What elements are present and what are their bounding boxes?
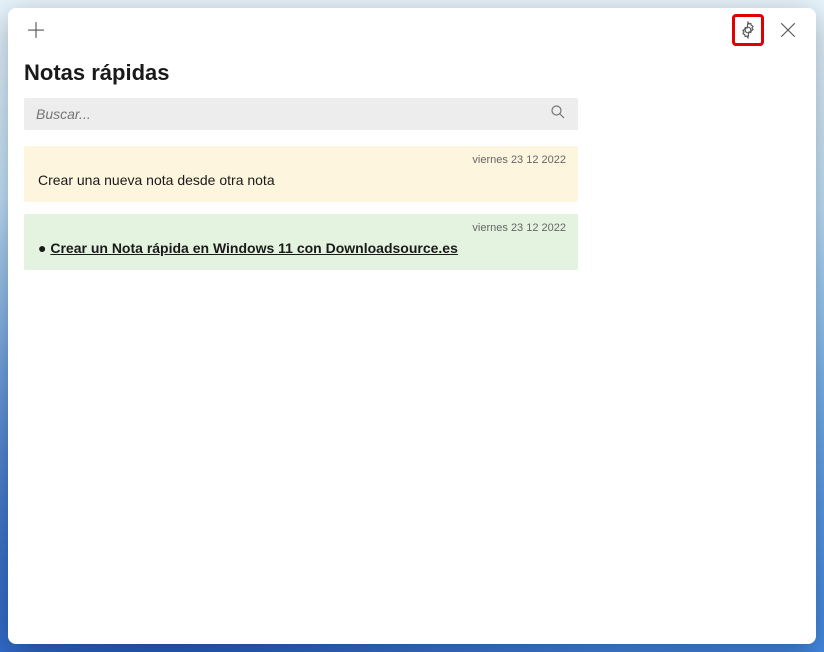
settings-button[interactable]	[732, 14, 764, 46]
bullet: ●	[38, 240, 46, 256]
notes-list: viernes 23 12 2022 Crear una nueva nota …	[8, 130, 594, 286]
note-card[interactable]: viernes 23 12 2022 Crear una nueva nota …	[24, 146, 578, 202]
note-date: viernes 23 12 2022	[472, 222, 566, 234]
new-note-button[interactable]	[20, 14, 52, 46]
search-input[interactable]	[36, 106, 550, 122]
app-title: Notas rápidas	[8, 52, 816, 98]
plus-icon	[27, 21, 45, 39]
close-icon	[779, 21, 797, 39]
note-card[interactable]: viernes 23 12 2022 ● Crear un Nota rápid…	[24, 214, 578, 270]
note-link[interactable]: Crear un Nota rápida en Windows 11 con D…	[50, 240, 458, 256]
search-box[interactable]	[24, 98, 578, 130]
close-button[interactable]	[772, 14, 804, 46]
note-content: Crear una nueva nota desde otra nota	[38, 172, 564, 188]
note-content: ● Crear un Nota rápida en Windows 11 con…	[38, 240, 564, 256]
note-date: viernes 23 12 2022	[472, 154, 566, 166]
titlebar	[8, 8, 816, 52]
search-icon	[550, 104, 566, 125]
sticky-notes-window: Notas rápidas viernes 23 12 2022 Crear u…	[8, 8, 816, 644]
gear-icon	[739, 21, 757, 39]
